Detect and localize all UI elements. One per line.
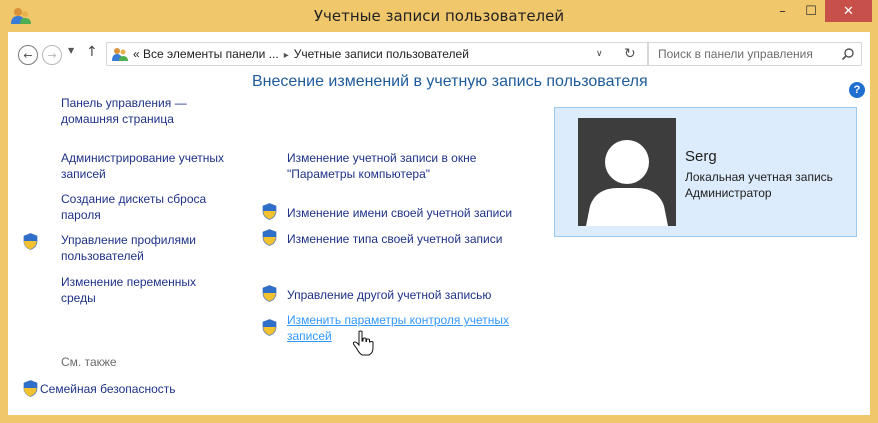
navigation-bar: ← → ▼ ↑ « Все элементы панели ... ▸ Учетны…	[8, 32, 870, 76]
close-button[interactable]: ✕	[825, 0, 872, 22]
user-account-card: Serg Локальная учетная запись Администра…	[554, 107, 857, 237]
sidebar-item-password-reset-disk[interactable]: Создание дискеты сброса пароля	[61, 191, 206, 223]
search-icon[interactable]	[841, 47, 855, 61]
user-name: Serg	[685, 148, 717, 165]
sidebar-item-label: Управление профилями	[61, 233, 196, 247]
sidebar-item-manage-accounts[interactable]: Администрирование учетных записей	[61, 150, 224, 182]
shield-icon	[262, 203, 277, 220]
back-button[interactable]: ←	[18, 45, 38, 65]
link-label: "Параметры компьютера"	[287, 167, 430, 181]
address-bar[interactable]: « Все элементы панели ... ▸ Учетные записи…	[106, 42, 648, 66]
forward-arrow-icon: →	[47, 48, 57, 62]
shield-icon	[23, 233, 38, 250]
change-account-in-pc-settings-link[interactable]: Изменение учетной записи в окне "Парамет…	[287, 150, 476, 182]
title-bar: Учетные записи пользователей – ☐ ✕	[0, 0, 878, 32]
help-icon[interactable]: ?	[849, 82, 865, 98]
user-silhouette-icon	[586, 140, 668, 226]
shield-icon	[262, 229, 277, 246]
sidebar-item-label: среды	[61, 291, 96, 305]
back-arrow-icon: ←	[23, 48, 33, 62]
shield-icon	[262, 319, 277, 336]
maximize-button[interactable]: ☐	[797, 0, 825, 22]
link-label: записей	[287, 329, 332, 343]
shield-icon	[262, 285, 277, 302]
sidebar-item-label: Администрирование учетных	[61, 151, 225, 165]
sidebar-item-label: пользователей	[61, 249, 144, 263]
up-button[interactable]: ↑	[86, 44, 98, 60]
breadcrumb-separator[interactable]: ▸	[279, 50, 294, 61]
manage-another-account-link[interactable]: Управление другой учетной записью	[287, 287, 491, 303]
users-icon	[112, 48, 128, 61]
link-label: Изменение учетной записи в окне	[287, 151, 477, 165]
sidebar-item-label: пароля	[61, 208, 101, 222]
sidebar-item-label: записей	[61, 167, 106, 181]
breadcrumb: « Все элементы панели ... ▸ Учетные записи…	[133, 47, 469, 61]
address-dropdown-button[interactable]: ∨	[596, 49, 603, 59]
breadcrumb-item[interactable]: Все элементы панели ...	[143, 47, 279, 61]
recent-locations-dropdown[interactable]: ▼	[68, 46, 74, 55]
sidebar-item-environment-variables[interactable]: Изменение переменных среды	[61, 274, 196, 306]
sidebar-item-control-panel-home[interactable]: Панель управления — домашняя страница	[61, 95, 187, 127]
see-also-heading: См. также	[61, 355, 117, 369]
sidebar-item-label: домашняя страница	[61, 112, 174, 126]
forward-button[interactable]: →	[42, 45, 62, 65]
account-type: Локальная учетная запись	[685, 170, 833, 184]
shield-icon	[23, 380, 38, 397]
sidebar-item-label: Панель управления —	[61, 96, 187, 110]
sidebar-item-label: Создание дискеты сброса	[61, 192, 207, 206]
page-title: Внесение изменений в учетную запись поль…	[252, 73, 648, 90]
avatar	[578, 118, 676, 226]
change-account-name-link[interactable]: Изменение имени своей учетной записи	[287, 205, 512, 221]
search-input[interactable]: Поиск в панели управления	[648, 42, 862, 66]
change-uac-settings-link[interactable]: Изменить параметры контроля учетных запи…	[287, 312, 509, 344]
breadcrumb-overflow[interactable]: «	[133, 47, 140, 61]
sidebar-item-family-safety[interactable]: Семейная безопасность	[40, 381, 176, 397]
sidebar-item-label: Изменение переменных	[61, 275, 197, 289]
breadcrumb-item[interactable]: Учетные записи пользователей	[294, 47, 469, 61]
sidebar-item-user-profiles[interactable]: Управление профилями пользователей	[61, 232, 196, 264]
hand-cursor-icon	[352, 330, 374, 356]
window-title: Учетные записи пользователей	[313, 7, 565, 25]
search-placeholder: Поиск в панели управления	[658, 47, 813, 61]
link-label: Изменить параметры контроля учетных	[287, 313, 510, 327]
account-role: Администратор	[685, 186, 772, 200]
change-account-type-link[interactable]: Изменение типа своей учетной записи	[287, 231, 502, 247]
refresh-icon[interactable]: ↻	[624, 46, 636, 62]
minimize-button[interactable]: –	[768, 0, 797, 22]
